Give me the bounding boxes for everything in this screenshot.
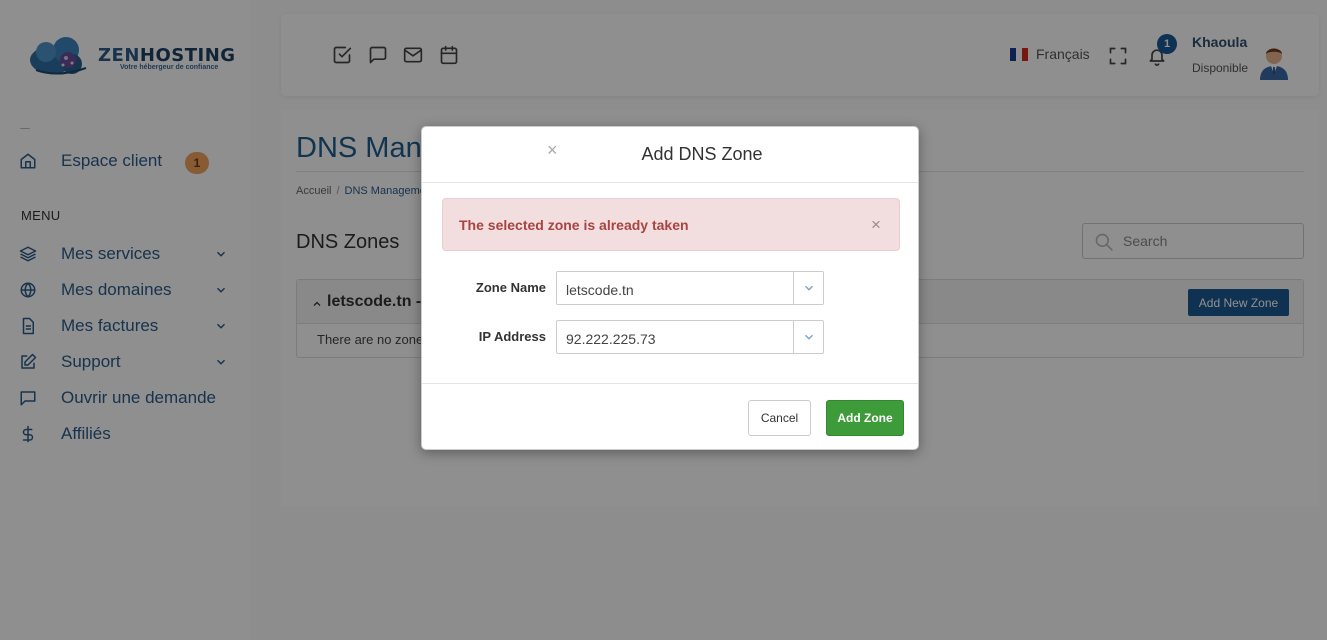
divider (422, 182, 918, 183)
alert-close-button[interactable]: × (871, 216, 881, 233)
error-alert: The selected zone is already taken × (442, 198, 900, 251)
modal-close-button[interactable]: × (547, 141, 558, 159)
cancel-button[interactable]: Cancel (748, 400, 811, 436)
ip-address-input[interactable] (566, 330, 786, 348)
error-alert-text: The selected zone is already taken (459, 217, 689, 233)
divider (422, 383, 918, 384)
zone-name-dropdown-toggle[interactable] (793, 272, 823, 304)
chevron-down-icon (804, 285, 813, 291)
add-zone-button[interactable]: Add Zone (826, 400, 904, 436)
ip-address-dropdown-toggle[interactable] (793, 321, 823, 353)
zone-name-label: Zone Name (475, 280, 546, 295)
ip-address-label: IP Address (478, 329, 546, 344)
chevron-down-icon (804, 334, 813, 340)
zone-name-combobox (556, 271, 824, 305)
modal-title-text: Add DNS Zone (641, 144, 763, 164)
zone-name-input[interactable] (566, 281, 786, 299)
ip-address-combobox (556, 320, 824, 354)
add-dns-zone-modal: × Add DNS Zone The selected zone is alre… (421, 126, 919, 450)
